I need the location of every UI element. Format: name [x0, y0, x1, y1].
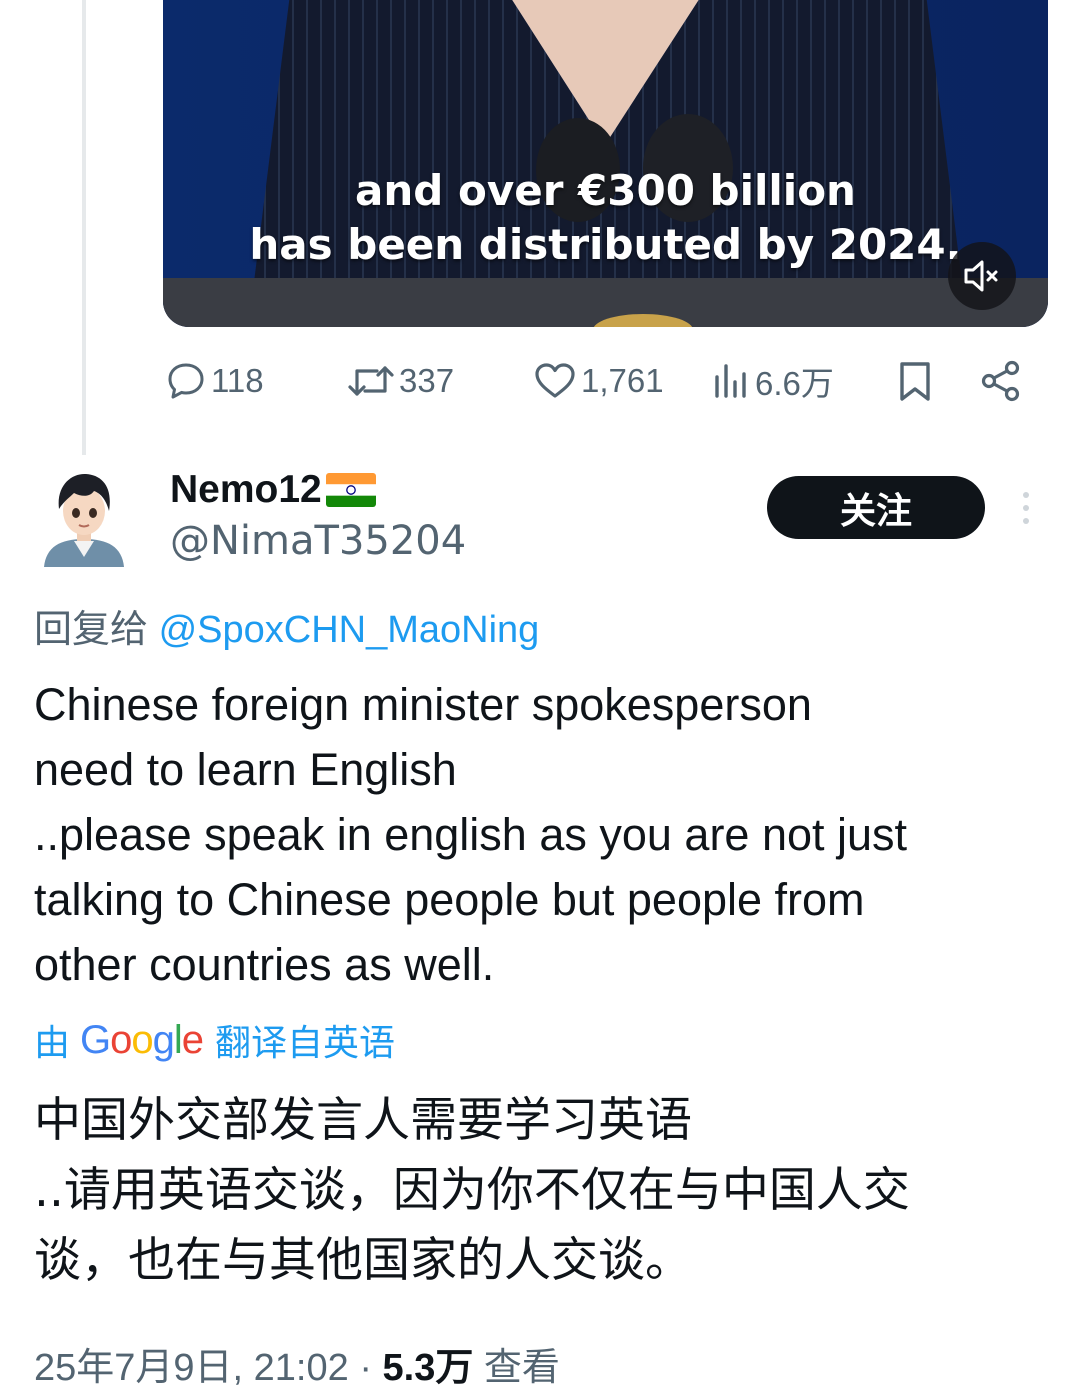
timestamp[interactable]: 25年7月9日, 21:02: [34, 1347, 349, 1389]
mute-button[interactable]: [948, 242, 1016, 310]
replying-to-mention-link[interactable]: @SpoxCHN_MaoNing: [159, 609, 540, 651]
like-count: 1,761: [581, 362, 664, 399]
translated-text: 中国外交部发言人需要学习英语 ..请用英语交谈，因为你不仅在与中国人交 谈，也在…: [34, 1086, 1044, 1296]
retweet-button[interactable]: 337: [347, 356, 454, 406]
tweet-action-bar: 118 337 1,761 6.6万: [165, 356, 1045, 406]
reply-count: 118: [211, 362, 264, 399]
tweet-text-line: talking to Chinese people but people fro…: [34, 874, 865, 925]
bookmark-icon: [900, 362, 930, 401]
more-vertical-icon: [1023, 492, 1029, 524]
tweet-text-line: need to learn English: [34, 744, 457, 795]
tweet-body: Chinese foreign minister spokesperson ne…: [34, 672, 1044, 997]
more-options-button[interactable]: [1010, 488, 1042, 528]
google-logo: Google: [80, 1017, 204, 1062]
views-label: 查看: [483, 1347, 560, 1389]
translated-text-line: 谈，也在与其他国家的人交谈。: [34, 1233, 692, 1288]
analytics-bars-icon: [715, 364, 746, 398]
reply-button[interactable]: 118: [165, 356, 264, 406]
india-flag-icon: [325, 473, 376, 507]
bookmark-button[interactable]: [895, 356, 935, 406]
follow-button[interactable]: 关注: [767, 476, 985, 539]
speaker-muted-icon: [964, 260, 998, 292]
tweet-detail-page: and over €300 billion has been distribut…: [0, 0, 1080, 1400]
translated-text-line: 中国外交部发言人需要学习英语: [34, 1093, 692, 1148]
display-name-text: Nemo12: [170, 468, 322, 511]
views-count: 6.6万: [755, 365, 834, 402]
thread-connector-line: [82, 0, 86, 455]
user-display-name[interactable]: Nemo12: [170, 468, 376, 512]
tweet-metadata: 25年7月9日, 21:02 · 5.3万 查看: [34, 1336, 560, 1391]
tweet-text-line: ..please speak in english as you are not…: [34, 809, 908, 860]
retweet-count: 337: [399, 362, 455, 399]
tweet-text-line: Chinese foreign minister spokesperson: [34, 679, 812, 730]
replying-to: 回复给 @SpoxCHN_MaoNing: [34, 598, 539, 653]
share-icon: [981, 360, 1020, 402]
translated-text-line: ..请用英语交谈，因为你不仅在与中国人交: [34, 1163, 910, 1218]
video-subtitle-line-1: and over €300 billion: [355, 166, 856, 215]
translate-prefix: 由: [34, 1022, 71, 1063]
avatar[interactable]: [38, 467, 130, 567]
retweet-icon: [348, 366, 394, 396]
tweet-text-line: other countries as well.: [34, 939, 495, 990]
user-handle[interactable]: @NimaT35204: [170, 518, 466, 564]
reply-bubble-icon: [168, 363, 204, 399]
views-button[interactable]: 6.6万: [711, 356, 834, 406]
view-count: 5.3万: [382, 1347, 474, 1389]
translate-suffix: 翻译自英语: [215, 1022, 396, 1063]
video-subtitle-line-2: has been distributed by 2024.: [249, 220, 962, 269]
like-button[interactable]: 1,761: [533, 356, 664, 406]
video-player[interactable]: and over €300 billion has been distribut…: [163, 0, 1048, 327]
translation-attribution[interactable]: 由 Google 翻译自英语: [34, 1014, 395, 1066]
replying-to-prefix: 回复给: [34, 609, 149, 651]
meta-separator: ·: [359, 1347, 372, 1389]
share-button[interactable]: [979, 356, 1023, 406]
heart-icon: [535, 363, 575, 398]
